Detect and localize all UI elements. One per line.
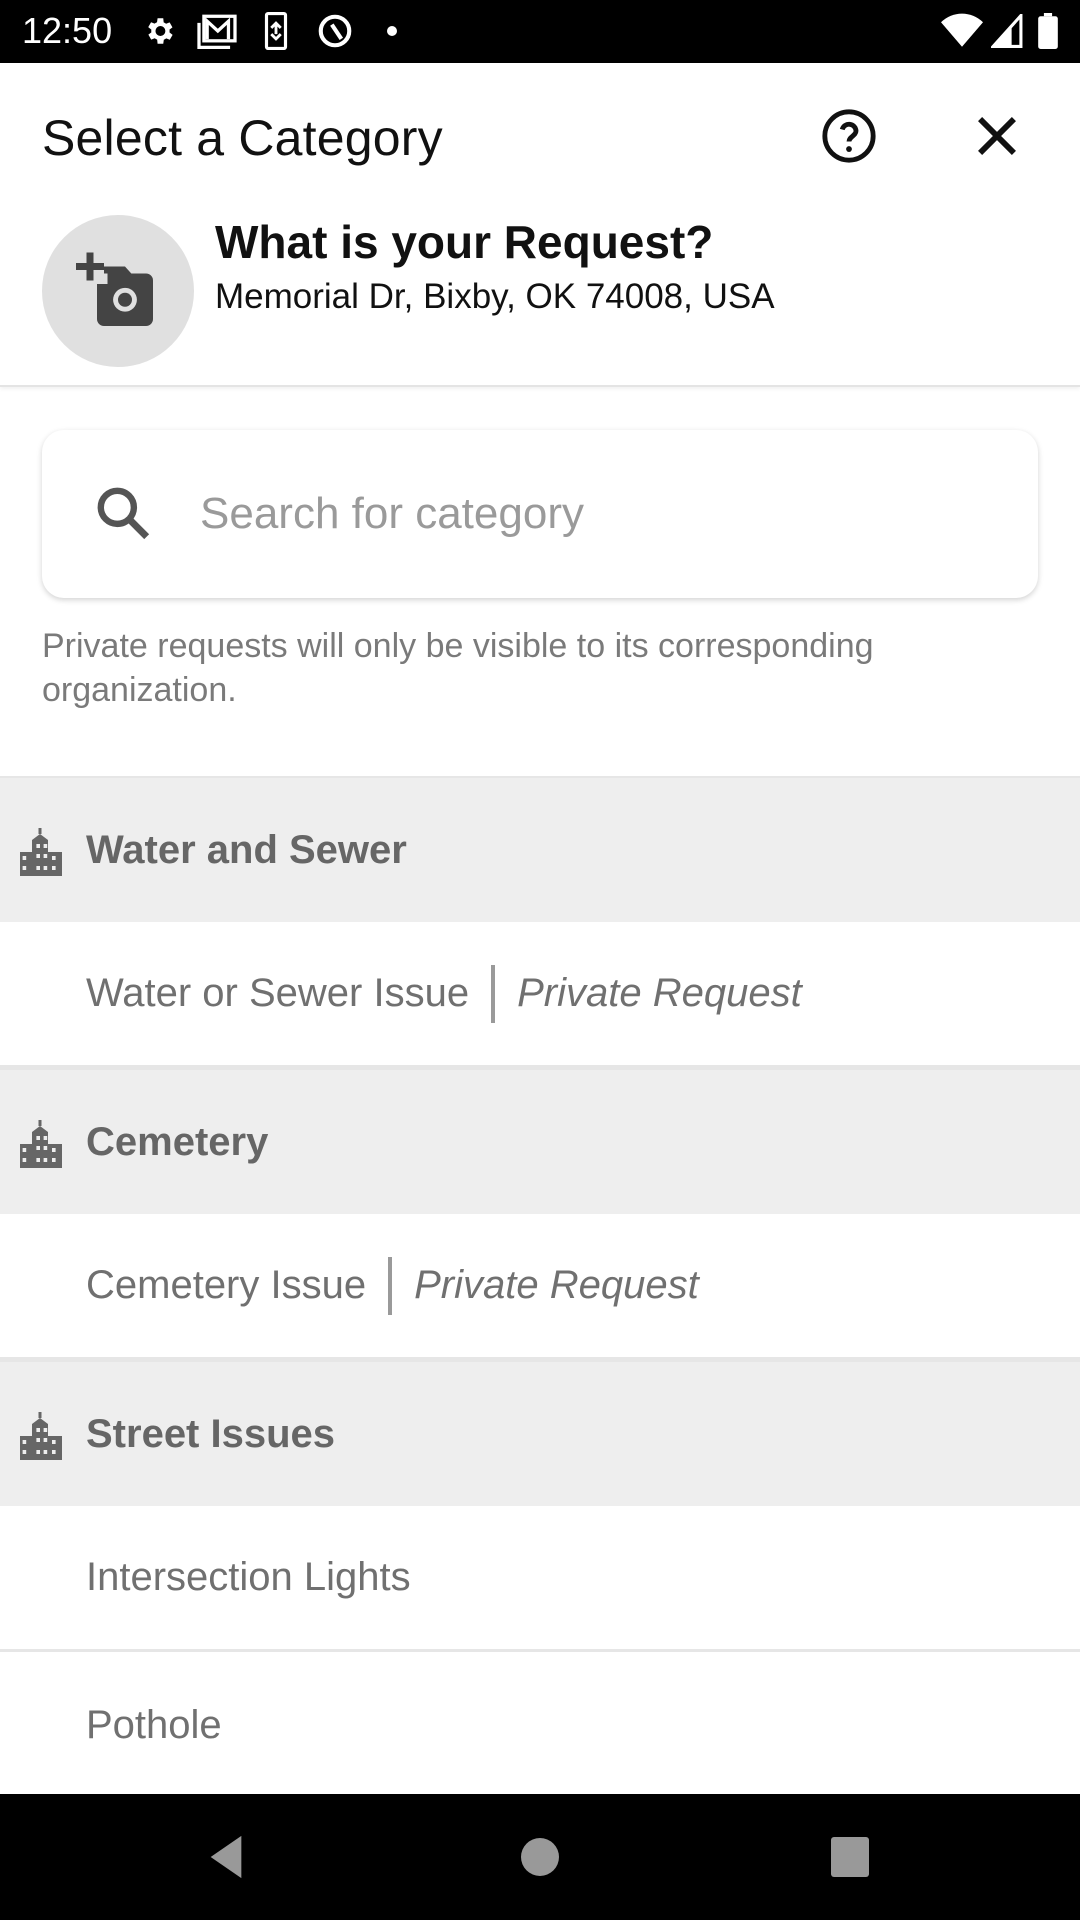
request-address: Memorial Dr, Bixby, OK 74008, USA xyxy=(215,277,775,316)
help-button[interactable] xyxy=(820,107,878,165)
close-button[interactable] xyxy=(968,107,1026,165)
building-icon xyxy=(20,1120,62,1168)
home-button[interactable] xyxy=(510,1832,570,1882)
status-bar: 12:50 xyxy=(0,0,1080,63)
private-note: Private requests will only be visible to… xyxy=(42,627,874,709)
group-name: Street Issues xyxy=(86,1411,336,1456)
back-button[interactable] xyxy=(196,1832,256,1882)
item-name: Cemetery Issue xyxy=(86,1263,367,1307)
help-circle-icon xyxy=(822,109,876,163)
group-header-cemetery: Cemetery xyxy=(0,1068,1080,1214)
sync-icon xyxy=(258,12,294,50)
close-icon xyxy=(978,117,1016,155)
request-title: What is your Request? xyxy=(215,216,714,268)
list-item-water-or-sewer-issue[interactable]: Water or Sewer Issue Private Request xyxy=(0,922,1080,1068)
search-icon xyxy=(97,487,150,540)
header: Select a Category What is your Request? … xyxy=(0,63,1080,387)
gmail-icon xyxy=(196,12,238,50)
item-name: Pothole xyxy=(86,1702,222,1747)
add-photo-button[interactable] xyxy=(42,215,194,367)
private-request-tag: Private Request xyxy=(517,971,802,1015)
divider xyxy=(491,964,496,1023)
group-name: Water and Sewer xyxy=(86,827,407,872)
building-icon xyxy=(20,1412,62,1460)
status-time: 12:50 xyxy=(22,10,113,51)
list-item-intersection-lights[interactable]: Intersection Lights xyxy=(0,1506,1080,1652)
private-request-tag: Private Request xyxy=(414,1263,699,1307)
home-icon xyxy=(521,1838,559,1876)
dot-icon xyxy=(384,12,400,50)
recents-button[interactable] xyxy=(820,1832,880,1882)
list-item-cemetery-issue[interactable]: Cemetery Issue Private Request xyxy=(0,1214,1080,1360)
add-photo-icon xyxy=(76,252,153,326)
divider xyxy=(388,1256,393,1315)
category-list: Water and Sewer Water or Sewer Issue Pri… xyxy=(0,776,1080,1798)
navigation-bar xyxy=(0,1794,1080,1920)
cellular-signal-icon xyxy=(990,12,1024,50)
settings-icon xyxy=(140,12,178,50)
recents-icon xyxy=(831,1837,869,1877)
search-input[interactable] xyxy=(200,470,1000,558)
wifi-icon xyxy=(940,12,984,50)
battery-icon xyxy=(1036,12,1060,50)
page-title: Select a Category xyxy=(42,110,443,166)
building-icon xyxy=(20,828,62,876)
list-item-pothole[interactable]: Pothole xyxy=(0,1652,1080,1798)
group-header-water-and-sewer: Water and Sewer xyxy=(0,776,1080,922)
group-header-street-issues: Street Issues xyxy=(0,1360,1080,1506)
data-saver-icon xyxy=(314,12,356,50)
back-icon xyxy=(210,1835,242,1879)
search-box[interactable] xyxy=(42,430,1038,598)
item-name: Water or Sewer Issue xyxy=(86,971,470,1015)
group-name: Cemetery xyxy=(86,1119,269,1164)
item-name: Intersection Lights xyxy=(86,1555,411,1599)
